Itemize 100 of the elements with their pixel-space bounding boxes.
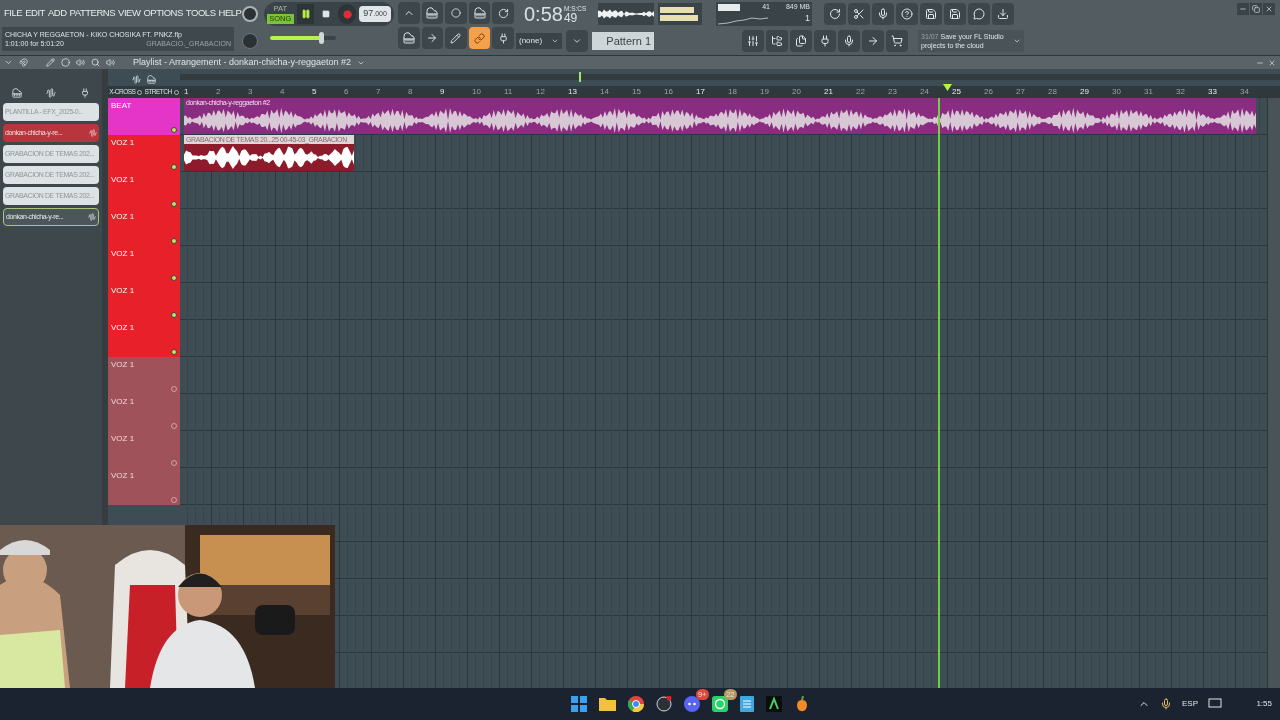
track-header[interactable]: VOZ 1 — [108, 209, 180, 246]
track-name: BEAT — [111, 100, 132, 112]
cpu-bar — [718, 3, 740, 11]
clock-text[interactable]: 1:55 — [1232, 698, 1272, 710]
track-led[interactable] — [171, 349, 177, 355]
loop-icon — [497, 7, 509, 19]
track-led[interactable] — [171, 201, 177, 207]
toolbar-button[interactable] — [398, 27, 420, 49]
snap-dropdown[interactable]: (none) — [516, 33, 562, 49]
arrow-icon — [426, 32, 439, 44]
browser-icon[interactable] — [627, 696, 644, 712]
bar-number: 29 — [1080, 86, 1090, 98]
track-header[interactable]: VOZ 1 — [108, 246, 180, 283]
restore-icon — [1252, 5, 1260, 13]
toolbar-button[interactable] — [468, 2, 491, 24]
keyboard-icon — [402, 32, 415, 44]
minimize-icon — [1239, 5, 1247, 13]
save-icon — [925, 8, 937, 20]
recorder-icon[interactable] — [655, 696, 672, 712]
toolbar-button[interactable] — [445, 2, 467, 24]
menu-item[interactable]: TOOLS — [185, 6, 216, 21]
toolbar-button[interactable] — [968, 3, 990, 25]
toolbar-button[interactable] — [742, 30, 764, 52]
knob[interactable] — [242, 5, 258, 22]
language-indicator[interactable]: ESP — [1182, 698, 1198, 710]
toolbar-button[interactable] — [872, 3, 894, 25]
windows-icon[interactable] — [570, 696, 587, 712]
track-led[interactable] — [171, 312, 177, 318]
link-icon — [474, 32, 486, 44]
play-pause-button[interactable] — [296, 4, 315, 24]
toolbar-button[interactable] — [445, 27, 467, 49]
close-icon — [1265, 5, 1273, 13]
toolbar-button[interactable] — [944, 3, 966, 25]
toolbar-button[interactable] — [492, 2, 514, 24]
folder-icon[interactable] — [598, 697, 616, 711]
app-icon[interactable] — [765, 696, 782, 712]
track-name: VOZ 1 — [111, 285, 135, 297]
toolbar-button[interactable] — [992, 3, 1014, 25]
track-header[interactable]: VOZ 1 — [108, 283, 180, 320]
files-icon — [795, 35, 807, 47]
track-header[interactable]: VOZ 1 — [108, 357, 180, 394]
toolbar-button[interactable] — [421, 27, 444, 49]
track-led[interactable] — [171, 164, 177, 170]
pattern-selector[interactable]: Pattern 1 — [592, 32, 654, 50]
track-header[interactable]: VOZ 1 — [108, 468, 180, 505]
menu-item[interactable]: ADD — [47, 6, 67, 21]
track-led[interactable] — [171, 275, 177, 281]
toolbar-button[interactable] — [896, 3, 918, 25]
notepad-icon[interactable] — [739, 696, 754, 712]
toolbar-button[interactable] — [790, 30, 812, 52]
toolbar-button[interactable] — [814, 30, 836, 52]
track-led[interactable] — [171, 238, 177, 244]
knob[interactable] — [242, 33, 258, 50]
toolbar-button[interactable] — [824, 3, 846, 25]
menu-item[interactable]: PATTERNS — [69, 6, 116, 21]
bar-number: 27 — [1016, 86, 1026, 98]
close-button[interactable] — [1263, 3, 1275, 15]
waveform-icon — [132, 75, 141, 84]
track-name: VOZ 1 — [111, 359, 135, 371]
track-header[interactable]: VOZ 1 — [108, 172, 180, 209]
toolbar-button[interactable] — [766, 30, 788, 52]
oscilloscope — [598, 3, 654, 25]
menu-item[interactable]: VIEW — [118, 6, 141, 21]
toolbar-button[interactable] — [421, 2, 444, 24]
track-header[interactable]: VOZ 1 — [108, 320, 180, 357]
menu-item[interactable]: HELP — [218, 6, 242, 21]
pause-icon — [300, 9, 311, 19]
scrollbar[interactable] — [1268, 98, 1280, 688]
track-header[interactable]: VOZ 1 — [108, 431, 180, 468]
toolbar-button[interactable] — [838, 30, 860, 52]
pencil-icon — [450, 32, 462, 44]
pencil-icon — [46, 58, 55, 67]
restore-button[interactable] — [1250, 3, 1262, 15]
bar-number: 10 — [472, 86, 482, 98]
track-header[interactable]: BEAT — [108, 98, 180, 135]
waveform-icon — [88, 213, 96, 221]
toolbar-button[interactable] — [492, 27, 514, 49]
timeline-ruler[interactable]: 1 2 3 4 5 6 7 8 9 10 11 12 13 14 15 16 17 18 19 20 21 22 23 24 25 26 27 28 29 30 31 32 33 34 — [180, 86, 1280, 98]
peak-meter — [658, 3, 702, 25]
toolbar-button[interactable] — [920, 3, 942, 25]
dropdown-icon — [572, 36, 582, 46]
menu-item[interactable]: OPTIONS — [143, 6, 183, 21]
toolbar-button[interactable] — [848, 3, 870, 25]
chat-app-icon[interactable] — [683, 696, 700, 712]
toolbar-button[interactable] — [862, 30, 884, 52]
message-app-icon[interactable] — [711, 696, 728, 712]
menu-item[interactable]: EDIT — [25, 6, 45, 21]
refresh-icon — [829, 8, 841, 20]
track-header[interactable]: VOZ 1 — [108, 394, 180, 431]
toolbar-button[interactable] — [886, 30, 908, 52]
toolbar-button[interactable] — [468, 27, 491, 49]
track-led[interactable] — [171, 127, 177, 133]
track-header[interactable]: VOZ 1 — [108, 135, 180, 172]
slider-thumb[interactable] — [319, 32, 325, 44]
monitor-icon[interactable] — [1208, 698, 1222, 710]
bar-number: 28 — [1048, 86, 1058, 98]
bar-number: 13 — [568, 86, 578, 98]
bar-number: 9 — [440, 86, 446, 98]
menu-item[interactable]: FILE — [4, 6, 23, 21]
track-name: VOZ 1 — [111, 137, 135, 149]
